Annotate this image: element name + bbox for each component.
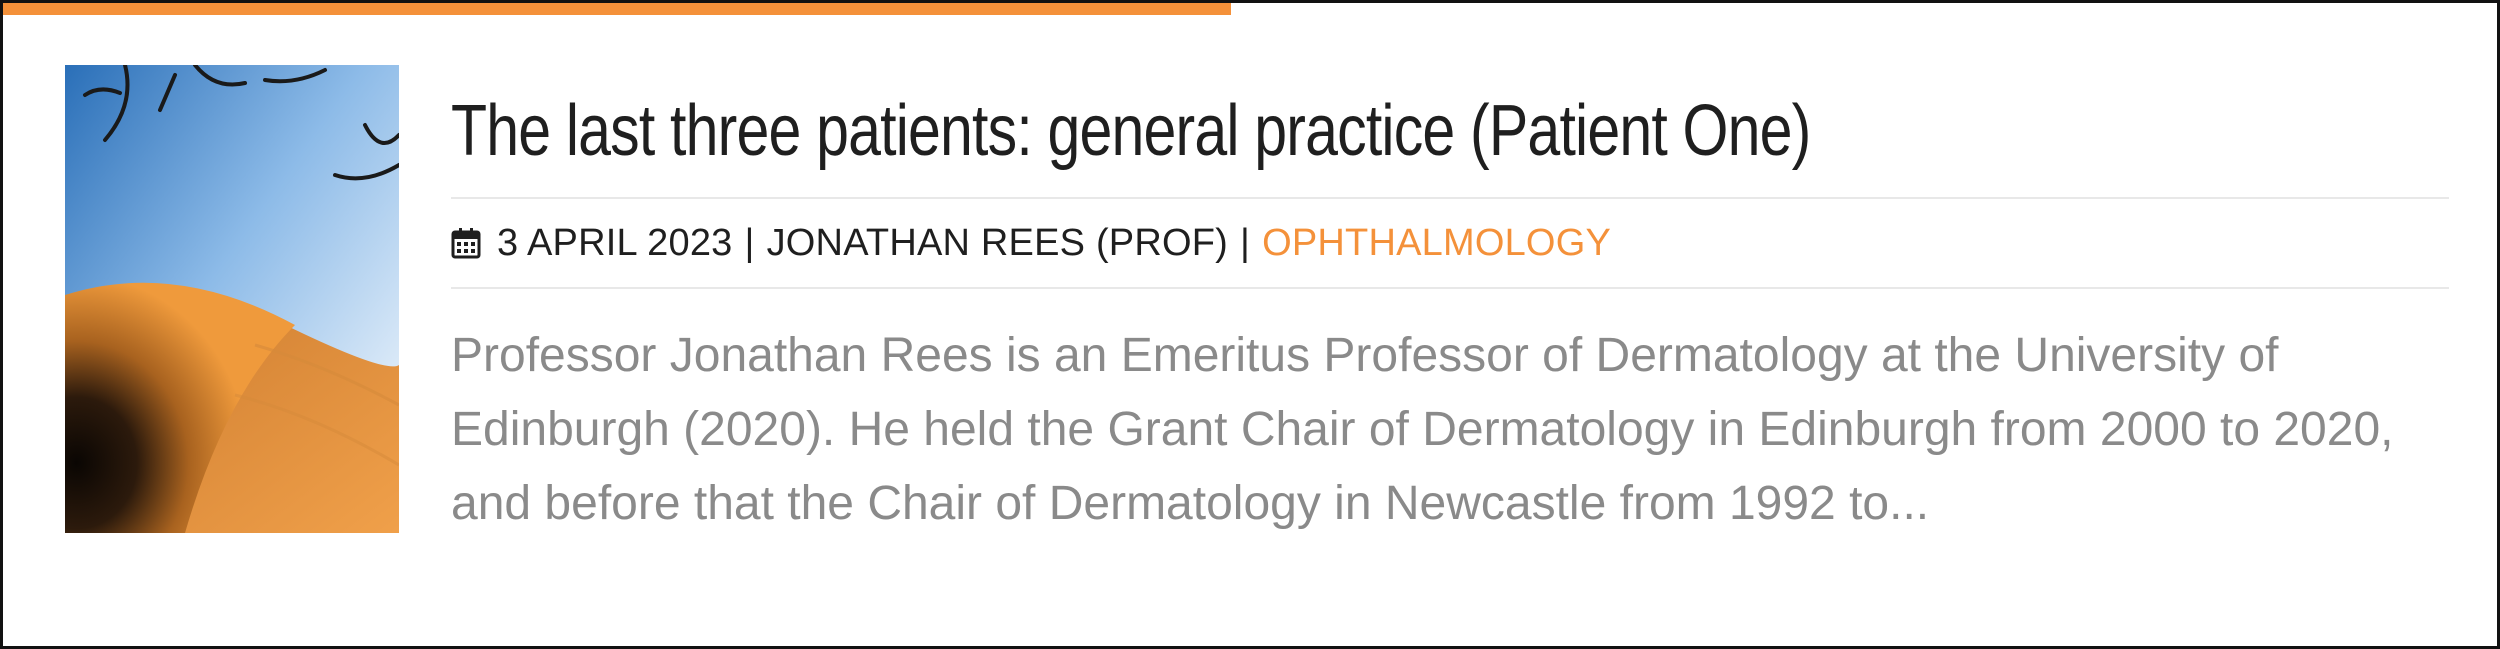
post-author: JONATHAN REES (PROF) bbox=[766, 221, 1229, 264]
meta-separator: | bbox=[1240, 221, 1251, 264]
category-link[interactable]: OPHTHALMOLOGY bbox=[1262, 222, 1611, 265]
post-date: 3 APRIL 2023 bbox=[497, 221, 733, 264]
post-excerpt: Professor Jonathan Rees is an Emeritus P… bbox=[451, 329, 2394, 530]
post-card: The last three patients: general practic… bbox=[0, 0, 2500, 649]
post-title-link[interactable]: The last three patients: general practic… bbox=[451, 65, 2089, 197]
accent-bar bbox=[3, 3, 1231, 15]
calendar-icon bbox=[451, 227, 481, 259]
post-meta: 3 APRIL 2023 | JONATHAN REES (PROF) | OP… bbox=[451, 199, 2449, 287]
post-content: The last three patients: general practic… bbox=[451, 65, 2449, 541]
meta-separator: | bbox=[744, 221, 755, 264]
thumbnail-image bbox=[65, 65, 399, 533]
divider-bottom bbox=[451, 287, 2449, 289]
post-thumbnail[interactable] bbox=[65, 65, 399, 533]
